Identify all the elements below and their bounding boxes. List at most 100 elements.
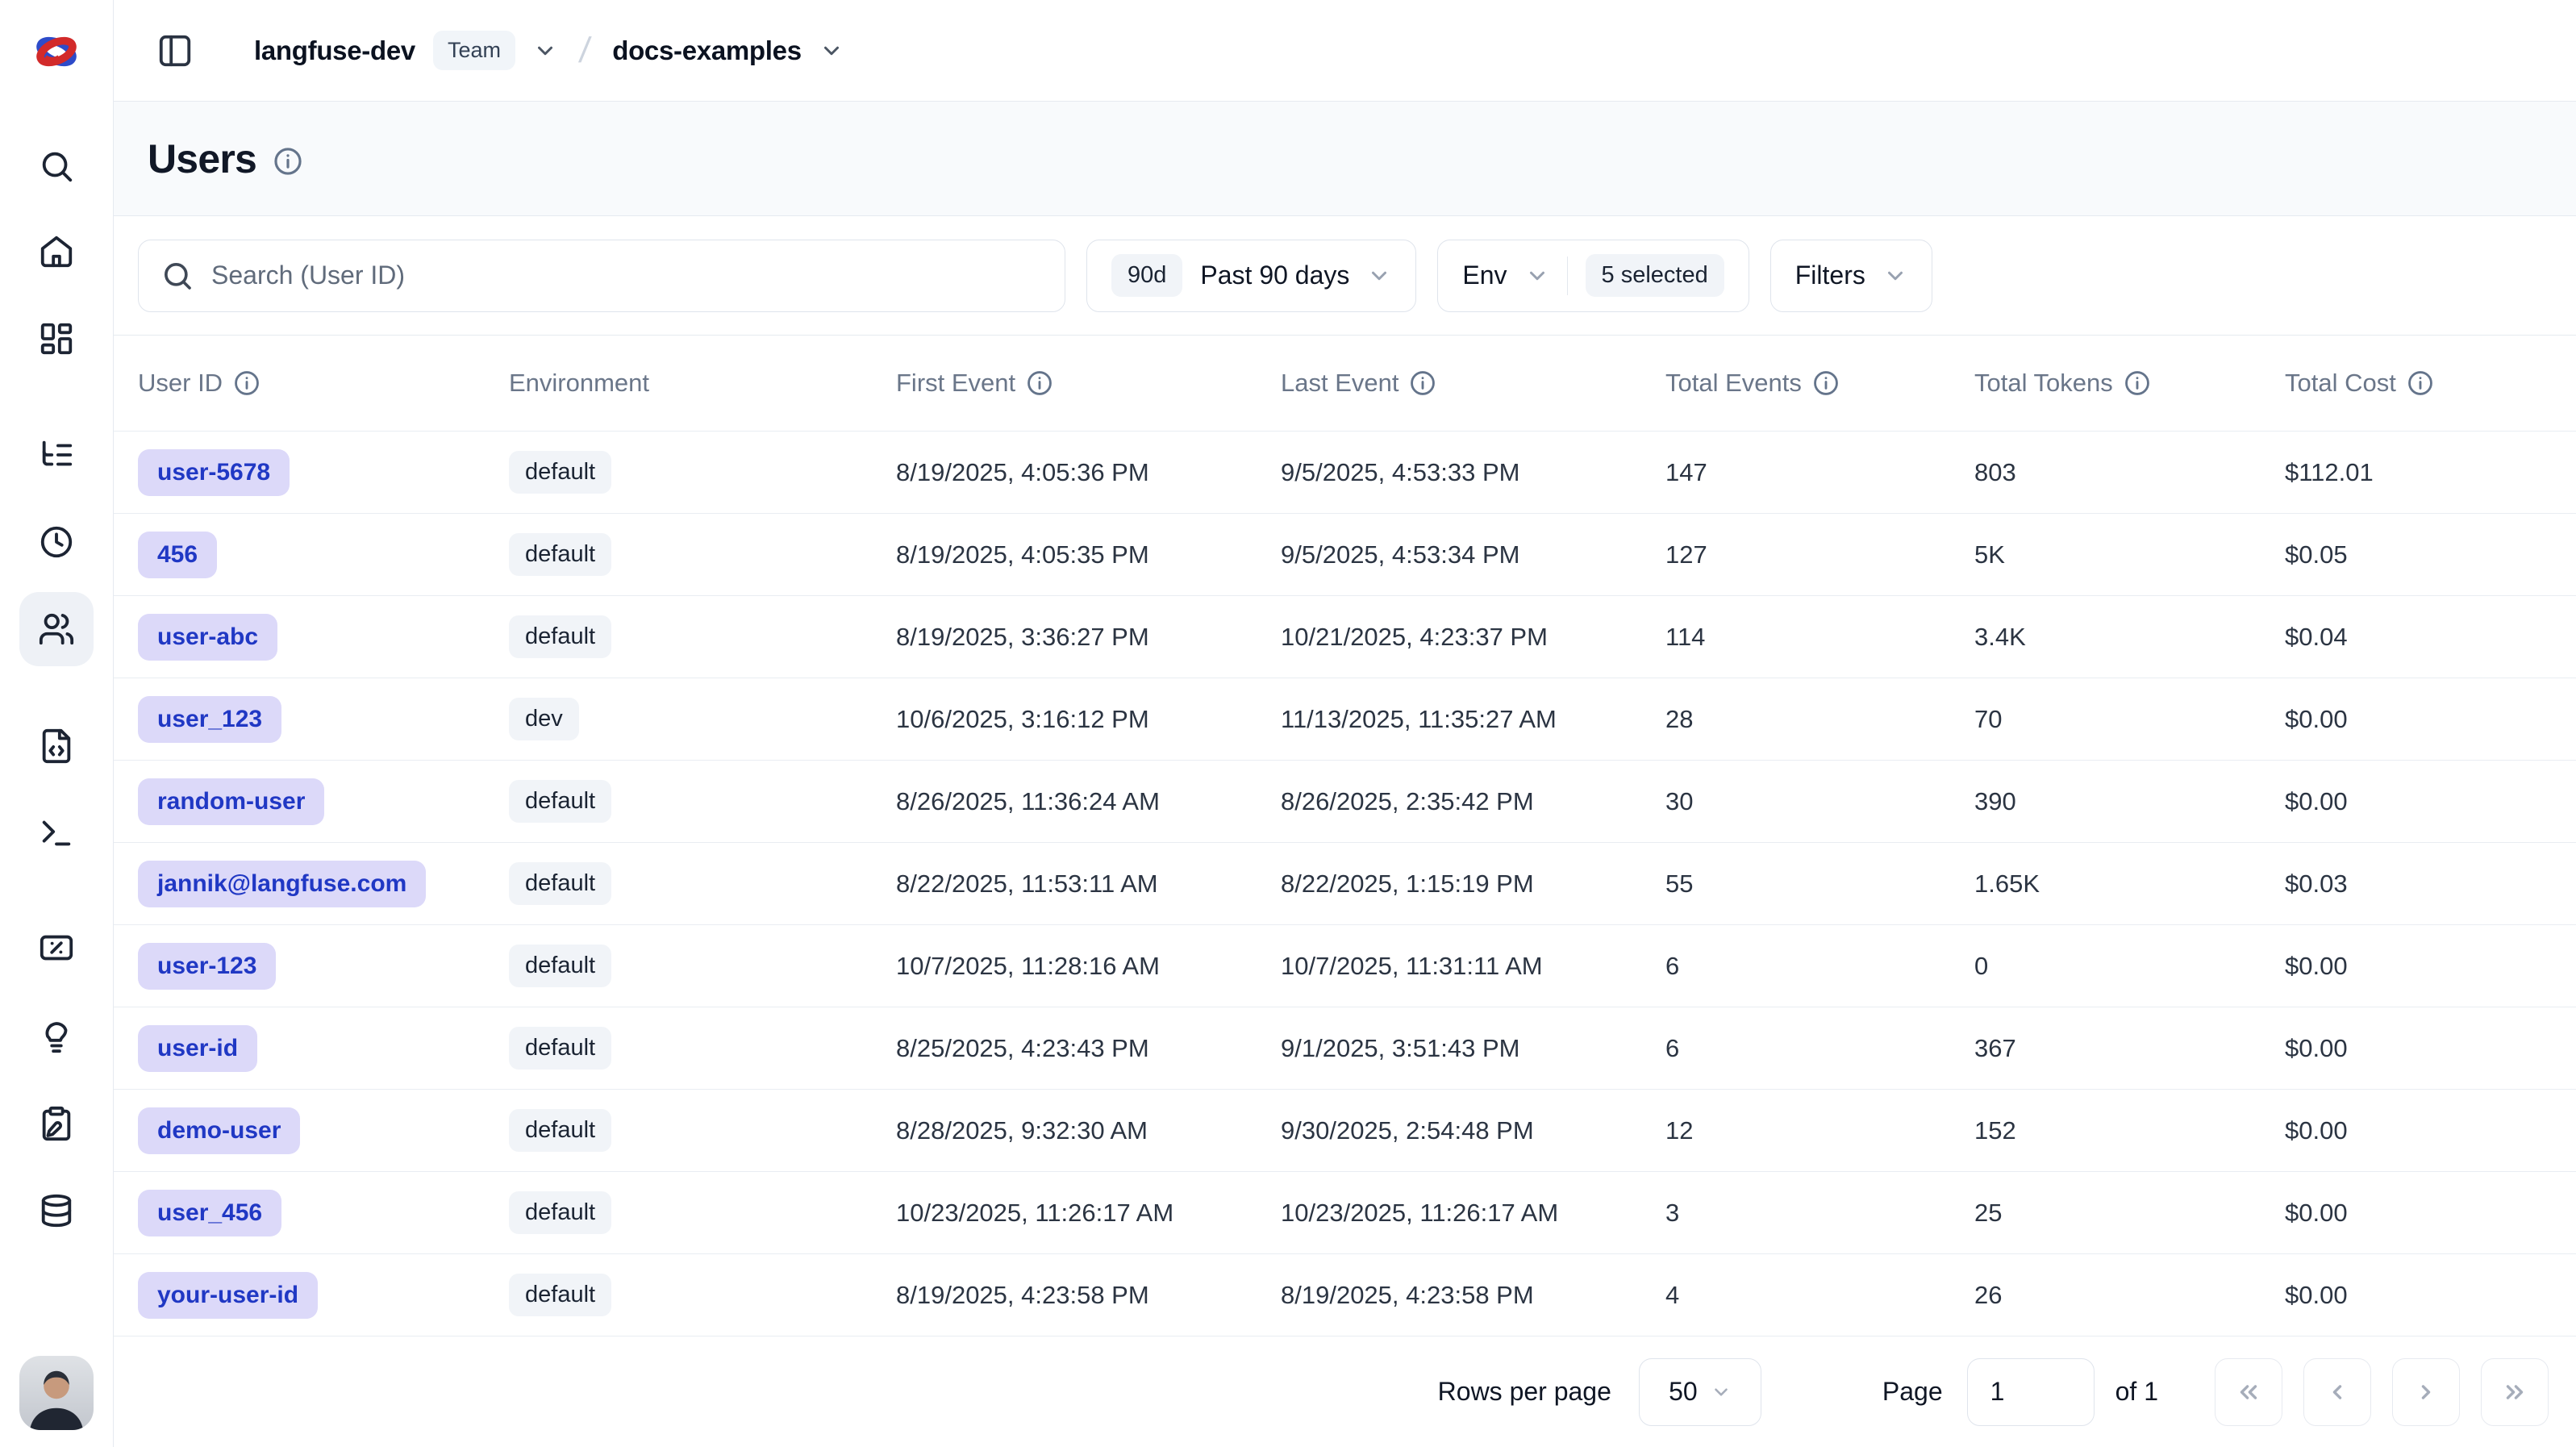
environment-filter-button[interactable]: Env 5 selected: [1437, 240, 1749, 312]
user-id-cell: user-5678: [138, 449, 509, 496]
sidebar-item-playground[interactable]: [19, 796, 94, 870]
sidebar-item-users[interactable]: [19, 592, 94, 666]
total-tokens-cell: 5K: [1974, 540, 2285, 569]
total-events-cell: 127: [1665, 540, 1974, 569]
total-cost-cell: $0.00: [2285, 1199, 2576, 1228]
search-icon: [38, 148, 75, 185]
total-tokens-cell: 70: [1974, 705, 2285, 734]
sidebar-item-dashboards[interactable]: [19, 302, 94, 376]
sidebar-item-home[interactable]: [19, 215, 94, 289]
next-page-button[interactable]: [2392, 1358, 2460, 1426]
environment-badge: default: [509, 945, 611, 987]
user-id-badge[interactable]: 456: [138, 532, 217, 578]
info-icon[interactable]: [1812, 369, 1840, 397]
dashboard-grid-icon: [38, 320, 75, 357]
environment-label: Env: [1462, 261, 1507, 290]
total-cost-cell: $0.00: [2285, 1034, 2576, 1063]
user-id-badge[interactable]: user-5678: [138, 449, 290, 496]
user-id-cell: user-123: [138, 943, 509, 990]
user-id-badge[interactable]: user-id: [138, 1025, 257, 1072]
logo-icon: [29, 24, 84, 79]
sidebar-toggle-button[interactable]: [154, 30, 196, 72]
page-number-input[interactable]: [1967, 1358, 2095, 1426]
user-id-cell: user_456: [138, 1190, 509, 1236]
chevron-down-icon[interactable]: [819, 39, 844, 63]
total-tokens-cell: 152: [1974, 1116, 2285, 1145]
environment-cell: default: [509, 451, 896, 494]
chevrons-left-icon: [2235, 1378, 2262, 1406]
environment-badge: default: [509, 780, 611, 823]
last-page-button[interactable]: [2481, 1358, 2549, 1426]
table-row: random-user default 8/26/2025, 11:36:24 …: [114, 760, 2576, 842]
environment-cell: dev: [509, 698, 896, 740]
info-icon[interactable]: [1026, 369, 1053, 397]
total-cost-cell: $0.05: [2285, 540, 2576, 569]
environment-badge: default: [509, 533, 611, 576]
info-icon[interactable]: [233, 369, 261, 397]
info-icon[interactable]: [2124, 369, 2151, 397]
breadcrumb: langfuse-dev Team / docs-examples: [254, 31, 844, 71]
sidebar-item-prompts[interactable]: [19, 709, 94, 783]
main-content: langfuse-dev Team / docs-examples Users …: [114, 0, 2576, 1447]
first-event-cell: 8/22/2025, 11:53:11 AM: [896, 869, 1281, 899]
chevron-right-icon: [2412, 1378, 2440, 1406]
first-event-cell: 10/7/2025, 11:28:16 AM: [896, 952, 1281, 981]
total-tokens-cell: 803: [1974, 458, 2285, 487]
total-cost-cell: $0.00: [2285, 1281, 2576, 1310]
first-page-button[interactable]: [2215, 1358, 2282, 1426]
filter-bar: 90d Past 90 days Env 5 selected Filters: [114, 216, 2576, 336]
previous-page-button[interactable]: [2303, 1358, 2371, 1426]
total-tokens-cell: 0: [1974, 952, 2285, 981]
table-row: user-id default 8/25/2025, 4:23:43 PM 9/…: [114, 1007, 2576, 1089]
langfuse-logo[interactable]: [29, 24, 84, 79]
user-id-badge[interactable]: user-123: [138, 943, 276, 990]
filters-button[interactable]: Filters: [1770, 240, 1932, 312]
info-icon[interactable]: [1409, 369, 1436, 397]
sidebar-item-insights[interactable]: [19, 999, 94, 1074]
project-name[interactable]: docs-examples: [612, 35, 802, 66]
user-avatar[interactable]: [19, 1356, 94, 1430]
user-id-cell: random-user: [138, 778, 509, 825]
user-id-badge[interactable]: user_123: [138, 696, 281, 743]
sidebar-item-tracing[interactable]: [19, 418, 94, 492]
user-id-badge[interactable]: demo-user: [138, 1107, 300, 1154]
total-cost-cell: $0.00: [2285, 1116, 2576, 1145]
environment-badge: default: [509, 1109, 611, 1152]
user-id-badge[interactable]: user_456: [138, 1190, 281, 1236]
total-tokens-cell: 3.4K: [1974, 623, 2285, 652]
environment-badge: default: [509, 862, 611, 905]
date-range-button[interactable]: 90d Past 90 days: [1086, 240, 1416, 312]
user-id-badge[interactable]: your-user-id: [138, 1272, 318, 1319]
user-id-cell: user-id: [138, 1025, 509, 1072]
page-label: Page: [1882, 1377, 1943, 1407]
sidebar-item-sessions[interactable]: [19, 505, 94, 579]
sidebar: [0, 0, 114, 1447]
last-event-cell: 9/30/2025, 2:54:48 PM: [1281, 1116, 1665, 1145]
org-name[interactable]: langfuse-dev: [254, 35, 415, 66]
user-id-cell: 456: [138, 532, 509, 578]
sidebar-item-search[interactable]: [19, 129, 94, 203]
total-events-cell: 114: [1665, 623, 1974, 652]
user-id-cell: user_123: [138, 696, 509, 743]
rows-per-page-select[interactable]: 50: [1639, 1358, 1761, 1426]
search-icon: [161, 260, 194, 292]
last-event-cell: 10/21/2025, 4:23:37 PM: [1281, 623, 1665, 652]
breadcrumb-separator: /: [577, 31, 592, 71]
last-event-cell: 9/5/2025, 4:53:33 PM: [1281, 458, 1665, 487]
total-events-cell: 6: [1665, 1034, 1974, 1063]
user-id-badge[interactable]: user-abc: [138, 614, 277, 661]
sidebar-item-datasets[interactable]: [19, 1174, 94, 1248]
user-id-badge[interactable]: jannik@langfuse.com: [138, 861, 426, 907]
total-events-cell: 147: [1665, 458, 1974, 487]
chevron-down-icon: [1711, 1382, 1732, 1403]
total-tokens-cell: 26: [1974, 1281, 2285, 1310]
info-icon[interactable]: [273, 146, 303, 177]
user-id-badge[interactable]: random-user: [138, 778, 324, 825]
chevron-down-icon[interactable]: [533, 39, 557, 63]
org-type-badge: Team: [433, 31, 515, 70]
total-events-cell: 12: [1665, 1116, 1974, 1145]
sidebar-item-evaluators[interactable]: [19, 911, 94, 985]
info-icon[interactable]: [2407, 369, 2434, 397]
search-input[interactable]: [211, 261, 1042, 290]
sidebar-item-annotation-queues[interactable]: [19, 1086, 94, 1161]
